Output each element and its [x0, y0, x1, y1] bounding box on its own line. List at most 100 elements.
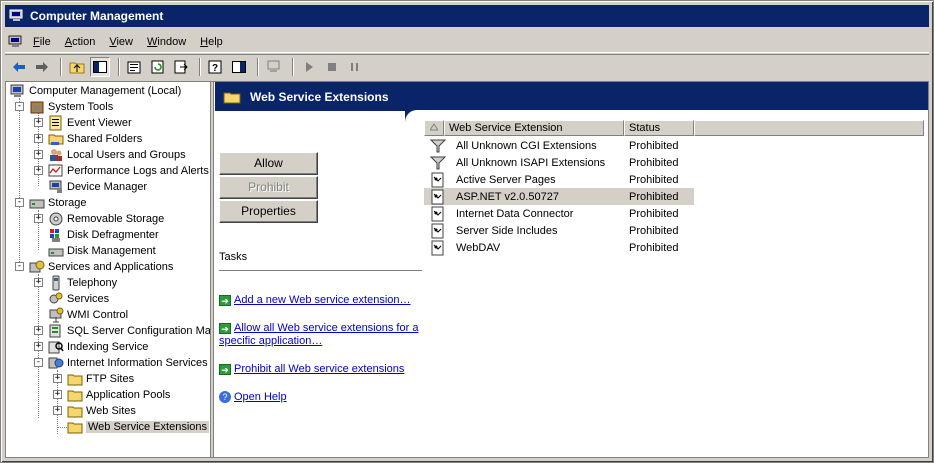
- list-item[interactable]: All Unknown ISAPI Extensions Prohibited: [424, 154, 694, 171]
- task-arrow-icon: ➔: [219, 323, 231, 334]
- allow-button[interactable]: Allow: [219, 152, 318, 175]
- task-arrow-icon: ➔: [219, 295, 231, 306]
- export-list-icon: [174, 60, 188, 73]
- menu-action[interactable]: Action: [59, 36, 104, 48]
- details-pane: Web Service Extensions Allow Prohibit Pr…: [215, 82, 928, 457]
- help-button[interactable]: ?: [206, 57, 226, 77]
- stop-button[interactable]: [322, 57, 342, 77]
- tree-node-iis[interactable]: Internet Information Services: [48, 355, 208, 371]
- tree-node-wmi-control[interactable]: WMI Control: [48, 307, 128, 323]
- tree-label: Event Viewer: [67, 117, 132, 129]
- menu-file[interactable]: File: [27, 36, 59, 48]
- expand-event-viewer[interactable]: +: [34, 118, 43, 127]
- task-open-help[interactable]: ? Open Help: [219, 391, 419, 404]
- svg-text:?: ?: [212, 63, 218, 74]
- properties-toolbar-button[interactable]: [125, 57, 145, 77]
- expand-perf-logs[interactable]: +: [34, 166, 43, 175]
- expand-web-sites[interactable]: +: [53, 406, 62, 415]
- tree-node-disk-management[interactable]: Disk Management: [48, 243, 156, 259]
- list-item[interactable]: Server Side Includes Prohibited: [424, 222, 694, 239]
- expand-indexing-service[interactable]: +: [34, 342, 43, 351]
- column-header-extension[interactable]: Web Service Extension: [444, 120, 624, 136]
- tree-node-application-pools[interactable]: Application Pools: [67, 387, 170, 403]
- tree-node-web-service-extensions[interactable]: Web Service Extensions: [67, 419, 210, 435]
- tree-node-system-tools[interactable]: System Tools: [29, 99, 113, 115]
- tree-node-web-sites[interactable]: Web Sites: [67, 403, 136, 419]
- tree-node-shared-folders[interactable]: Shared Folders: [48, 131, 142, 147]
- extension-icon: [431, 223, 444, 238]
- show-hide-tree-button[interactable]: [90, 56, 110, 77]
- collapse-iis[interactable]: -: [34, 358, 43, 367]
- tree-label: Telephony: [67, 277, 118, 289]
- users-icon: [50, 149, 62, 161]
- tree-node-removable-storage[interactable]: Removable Storage: [48, 211, 164, 227]
- list-item[interactable]: All Unknown CGI Extensions Prohibited: [424, 137, 694, 154]
- tree-node-root[interactable]: Computer Management (Local): [10, 83, 181, 99]
- tree-node-storage[interactable]: Storage: [29, 195, 87, 211]
- tree-node-sql-server[interactable]: SQL Server Configuration Manager: [48, 323, 211, 339]
- connect-button[interactable]: [264, 57, 284, 77]
- tree-node-local-users[interactable]: Local Users and Groups: [48, 147, 186, 163]
- tree-label: Performance Logs and Alerts: [67, 165, 209, 177]
- tree-node-telephony[interactable]: Telephony: [48, 275, 117, 291]
- expand-local-users[interactable]: +: [34, 150, 43, 159]
- extension-name: All Unknown CGI Extensions: [456, 139, 597, 152]
- expand-removable-storage[interactable]: +: [34, 214, 43, 223]
- task-allow-all[interactable]: ➔ Allow all Web service extensions for a …: [219, 322, 419, 348]
- task-label: Open Help: [234, 391, 287, 403]
- sort-ascending-icon: [429, 123, 439, 131]
- expand-application-pools[interactable]: +: [53, 390, 62, 399]
- console-tree[interactable]: Computer Management (Local) - System Too…: [6, 82, 211, 457]
- export-list-button[interactable]: [171, 57, 191, 77]
- pane-splitter[interactable]: [211, 82, 214, 457]
- up-one-level-button[interactable]: [67, 57, 87, 77]
- app-menu-icon[interactable]: [7, 34, 25, 50]
- pause-button[interactable]: [345, 57, 365, 77]
- expand-ftp-sites[interactable]: +: [53, 374, 62, 383]
- list-item[interactable]: Active Server Pages Prohibited: [424, 171, 694, 188]
- tree-label: Application Pools: [86, 389, 171, 401]
- tree-label: Computer Management (Local): [29, 85, 182, 97]
- list-item[interactable]: WebDAV Prohibited: [424, 239, 694, 256]
- menu-view[interactable]: View: [103, 36, 141, 48]
- tree-node-disk-defragmenter[interactable]: Disk Defragmenter: [48, 227, 159, 243]
- expand-telephony[interactable]: +: [34, 278, 43, 287]
- back-button[interactable]: [9, 57, 29, 77]
- show-hide-action-pane-button[interactable]: [229, 57, 249, 77]
- computer-icon: [267, 60, 280, 72]
- folder-up-icon: [69, 62, 85, 73]
- collapse-services-apps[interactable]: -: [15, 262, 24, 271]
- filter-icon: [430, 139, 446, 152]
- tree-node-services[interactable]: Services: [48, 291, 109, 307]
- tree-node-indexing-service[interactable]: Indexing Service: [48, 339, 148, 355]
- collapse-storage[interactable]: -: [15, 198, 24, 207]
- expand-sql-server[interactable]: +: [34, 326, 43, 335]
- extension-status: Prohibited: [629, 207, 679, 220]
- task-arrow-icon: ➔: [219, 364, 231, 375]
- refresh-button[interactable]: [148, 57, 168, 77]
- task-add-extension[interactable]: ➔ Add a new Web service extension…: [219, 294, 419, 307]
- column-header-status[interactable]: Status: [624, 120, 694, 136]
- main-content: Computer Management (Local) - System Too…: [5, 81, 929, 458]
- menu-bar: File Action View Window Help: [5, 31, 929, 53]
- tree-node-event-viewer[interactable]: Event Viewer: [48, 115, 132, 131]
- list-item[interactable]: Internet Data Connector Prohibited: [424, 205, 694, 222]
- tree-node-ftp-sites[interactable]: FTP Sites: [67, 371, 134, 387]
- prohibit-button[interactable]: Prohibit: [219, 176, 318, 199]
- toolbar-separator: [60, 57, 62, 76]
- tree-node-perf-logs[interactable]: Performance Logs and Alerts: [48, 163, 209, 179]
- expand-shared-folders[interactable]: +: [34, 134, 43, 143]
- start-button[interactable]: [299, 57, 319, 77]
- menu-window[interactable]: Window: [141, 36, 194, 48]
- sort-column-header[interactable]: [424, 120, 444, 136]
- tree-label: SQL Server Configuration Manager: [67, 325, 211, 337]
- list-item-selected[interactable]: ASP.NET v2.0.50727 Prohibited: [424, 188, 694, 205]
- properties-button[interactable]: Properties: [219, 200, 318, 223]
- menu-help[interactable]: Help: [194, 36, 231, 48]
- tree-node-device-manager[interactable]: Device Manager: [48, 179, 147, 195]
- extension-icon: [431, 172, 444, 187]
- forward-button[interactable]: [32, 57, 52, 77]
- task-prohibit-all[interactable]: ➔ Prohibit all Web service extensions: [219, 363, 419, 376]
- collapse-system-tools[interactable]: -: [15, 102, 24, 111]
- tree-node-services-applications[interactable]: Services and Applications: [29, 259, 173, 275]
